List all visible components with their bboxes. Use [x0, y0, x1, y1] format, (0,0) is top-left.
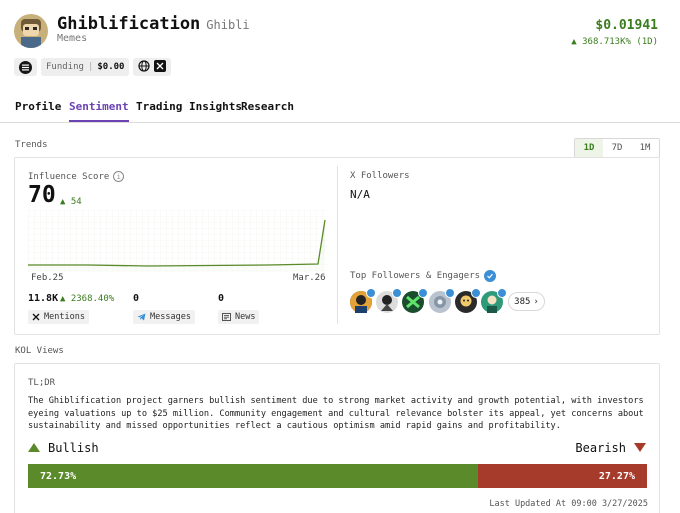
- project-name: Ghiblification: [57, 14, 201, 34]
- social-links: [133, 58, 172, 76]
- top-followers-label: Top Followers & Engagers: [350, 270, 497, 282]
- follower-avatar[interactable]: [481, 288, 507, 313]
- influence-chart: [28, 210, 328, 272]
- follower-avatar[interactable]: [455, 288, 481, 313]
- x-twitter-icon: [32, 313, 40, 321]
- mentions-change: ▲ 2368.40%: [60, 294, 115, 304]
- up-arrow-icon: ▲: [60, 294, 66, 304]
- x-followers-label: X Followers: [350, 171, 410, 181]
- funding-separator: |: [87, 62, 94, 72]
- kol-panel: [14, 363, 660, 513]
- funding-value: $0.00: [97, 62, 125, 72]
- follower-avatar[interactable]: [350, 288, 376, 313]
- project-avatar: [14, 14, 48, 48]
- more-followers-button[interactable]: 385 ›: [508, 292, 545, 311]
- last-updated: Last Updated At 09:00 3/27/2025: [489, 499, 648, 509]
- kol-summary: The Ghiblification project garners bulli…: [28, 396, 644, 432]
- time-range-selector: 1D 7D 1M: [574, 138, 660, 158]
- influence-score-value: 70: [28, 182, 56, 208]
- x-twitter-icon[interactable]: [154, 59, 167, 75]
- news-tag: News: [218, 310, 260, 324]
- trends-divider: [337, 166, 338, 324]
- bearish-down-triangle-icon: [634, 441, 646, 455]
- tab-bar: Profile Sentiment Trading Insights Resea…: [0, 96, 680, 123]
- sentiment-bar: 72.73% 27.27%: [28, 464, 647, 488]
- bearish-label-row: Bearish: [575, 441, 646, 455]
- chart-start-label: Feb.25: [31, 273, 64, 283]
- influence-score-label: Influence Score i: [28, 171, 125, 182]
- bullish-up-triangle-icon: [28, 441, 40, 455]
- chart-end-label: Mar.26: [293, 273, 326, 283]
- verified-icon: [484, 270, 497, 282]
- chain-chip[interactable]: [14, 58, 37, 76]
- solana-icon: [19, 60, 32, 74]
- funding-chip: Funding | $0.00: [41, 58, 130, 76]
- follower-avatar[interactable]: [429, 288, 455, 313]
- project-header: Ghiblification Ghibli Memes $0.01941 ▲ 3…: [0, 0, 680, 90]
- follower-avatar[interactable]: [376, 288, 402, 313]
- info-icon[interactable]: i: [113, 171, 125, 182]
- influence-score-change: ▲ 54: [60, 197, 82, 207]
- price-change: ▲ 368.713K% (1D): [571, 37, 658, 47]
- tldr-label: TL;DR: [28, 378, 56, 388]
- x-followers-value: N/A: [350, 188, 370, 201]
- range-7d-button[interactable]: 7D: [603, 139, 631, 157]
- range-1d-button[interactable]: 1D: [575, 139, 603, 157]
- follower-avatar[interactable]: [402, 288, 428, 313]
- telegram-icon: [137, 313, 146, 321]
- token-price: $0.01941: [595, 18, 658, 33]
- up-arrow-icon: ▲: [571, 37, 577, 47]
- bearish-bar: 27.27%: [478, 464, 647, 488]
- news-value: 0: [218, 293, 225, 304]
- tab-profile[interactable]: Profile: [15, 100, 61, 122]
- up-arrow-icon: ▲: [60, 197, 66, 207]
- kol-section-label: KOL Views: [15, 346, 64, 356]
- tab-trading-insights[interactable]: Trading Insights: [136, 100, 242, 122]
- messages-tag: Messages: [133, 310, 195, 324]
- mentions-tag: Mentions: [28, 310, 89, 324]
- trends-section-label: Trends: [15, 140, 48, 150]
- globe-icon[interactable]: [138, 59, 151, 75]
- project-category: Memes: [57, 33, 88, 44]
- news-icon: [222, 313, 231, 321]
- tab-research[interactable]: Research: [241, 100, 294, 122]
- project-ticker: Ghibli: [206, 18, 250, 32]
- funding-label: Funding: [46, 62, 84, 72]
- mentions-value: 11.8K: [28, 293, 59, 304]
- bullish-label-row: Bullish: [28, 441, 99, 455]
- bullish-bar: 72.73%: [28, 464, 479, 488]
- range-1m-button[interactable]: 1M: [631, 139, 659, 157]
- tab-sentiment[interactable]: Sentiment: [69, 100, 129, 122]
- chevron-right-icon: ›: [533, 296, 539, 307]
- messages-value: 0: [133, 293, 140, 304]
